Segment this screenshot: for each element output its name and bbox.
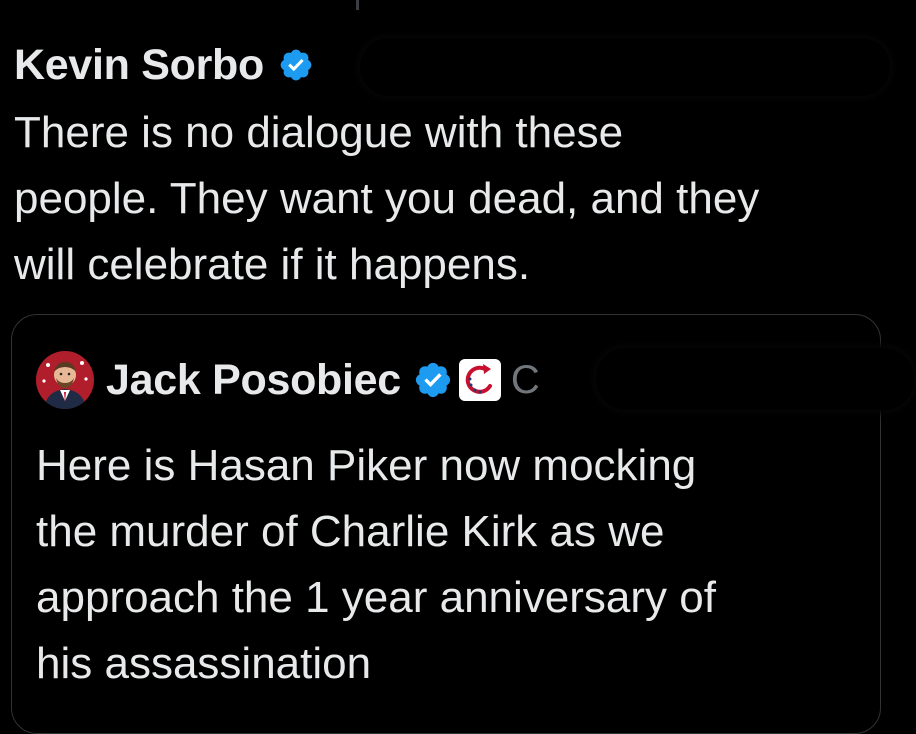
quote-text-line: approach the 1 year anniversary of bbox=[36, 573, 716, 622]
verified-badge-icon[interactable] bbox=[278, 47, 314, 83]
quote-text-line: Here is Hasan Piker now mocking bbox=[36, 441, 697, 490]
tweet-text-line: will celebrate if it happens. bbox=[14, 240, 531, 289]
quote-text-line: his assassination bbox=[36, 639, 372, 688]
affiliate-badge-icon[interactable] bbox=[458, 359, 501, 401]
thread-connector-line bbox=[356, 0, 359, 10]
quote-text: Here is Hasan Piker now mocking the murd… bbox=[36, 433, 866, 697]
redaction-mark bbox=[596, 348, 914, 410]
tweet-text-line: people. They want you dead, and they bbox=[14, 174, 760, 223]
tweet-text-line: There is no dialogue with these bbox=[14, 108, 624, 157]
quote-author-name[interactable]: Jack Posobiec bbox=[106, 356, 401, 405]
quote-text-line: the murder of Charlie Kirk as we bbox=[36, 507, 665, 556]
avatar[interactable] bbox=[36, 351, 94, 409]
quote-author-handle[interactable]: C bbox=[511, 358, 540, 403]
verified-badge-icon[interactable] bbox=[413, 360, 453, 400]
author-name[interactable]: Kevin Sorbo bbox=[14, 41, 264, 90]
redaction-mark bbox=[360, 38, 890, 96]
quote-header: Jack Posobiec C bbox=[36, 349, 540, 411]
tweet-text: There is no dialogue with these people. … bbox=[14, 100, 894, 298]
